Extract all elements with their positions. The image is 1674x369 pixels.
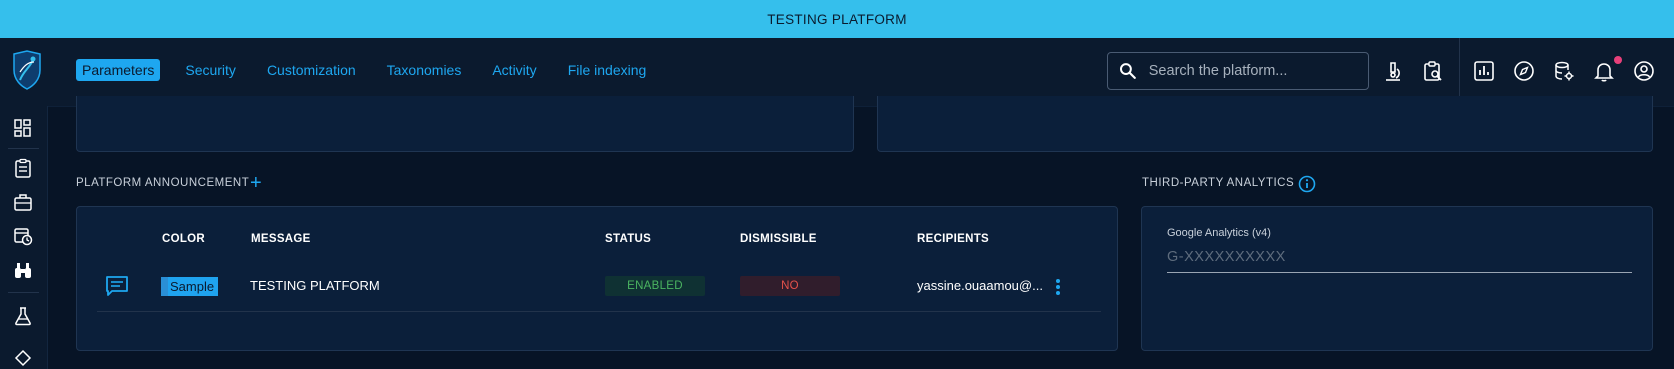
announcement-recipients: yassine.ouaamou@... [917,278,1043,293]
flask-icon[interactable] [13,306,33,326]
main-nav: Parameters Security Customization Taxono… [76,59,652,81]
bell-icon[interactable] [1593,60,1615,82]
color-swatch [161,277,168,296]
color-sample-chip: Sample [161,277,218,296]
search-box[interactable] [1107,52,1369,90]
column-header-status: STATUS [605,233,652,245]
shield-icon[interactable] [13,348,33,368]
upper-right-panel [877,96,1653,152]
compass-icon[interactable] [1513,60,1535,82]
message-icon [106,276,128,296]
status-badge: ENABLED [605,276,705,296]
column-header-recipients: RECIPIENTS [917,233,990,245]
briefcase-icon[interactable] [13,192,33,212]
add-announcement-icon[interactable]: + [250,173,262,193]
column-header-dismissible: DISMISSIBLE [740,233,817,245]
chart-icon[interactable] [1473,60,1495,82]
nav-security[interactable]: Security [179,59,242,81]
color-sample-label: Sample [170,279,215,294]
dismissible-badge: NO [740,276,840,296]
microscope-icon[interactable] [1382,60,1404,82]
database-gear-icon[interactable] [1553,60,1575,82]
sidebar-divider [8,292,39,293]
notification-dot [1614,56,1622,64]
announcement-section-title: PLATFORM ANNOUNCEMENT [76,177,250,189]
left-sidebar [0,106,48,369]
info-icon[interactable] [1298,175,1316,193]
clipboard-search-icon[interactable] [1422,60,1444,82]
google-analytics-input[interactable]: G-XXXXXXXXXX [1167,249,1286,265]
table-row-divider [97,311,1101,312]
analytics-section-title: THIRD-PARTY ANALYTICS [1142,177,1295,189]
binoculars-icon[interactable] [13,260,33,280]
upper-left-panel [76,96,854,152]
calendar-clock-icon[interactable] [13,226,33,246]
dashboard-icon[interactable] [13,118,33,138]
platform-logo-icon[interactable] [10,50,44,90]
nav-parameters[interactable]: Parameters [76,59,161,81]
platform-banner: TESTING PLATFORM [0,0,1674,38]
column-header-message: MESSAGE [251,233,311,245]
google-analytics-label: Google Analytics (v4) [1167,227,1271,239]
announcement-message: TESTING PLATFORM [250,278,380,293]
google-analytics-underline [1167,272,1632,273]
nav-activity[interactable]: Activity [486,59,542,81]
search-icon [1119,63,1136,79]
row-menu-icon[interactable] [1055,278,1061,296]
nav-file-indexing[interactable]: File indexing [562,59,653,81]
nav-customization[interactable]: Customization [261,59,362,81]
column-header-color: COLOR [162,233,206,245]
nav-taxonomies[interactable]: Taxonomies [381,59,468,81]
user-circle-icon[interactable] [1633,60,1655,82]
clipboard-icon[interactable] [13,158,33,178]
search-input[interactable] [1146,62,1368,80]
sidebar-divider [8,148,39,149]
banner-text: TESTING PLATFORM [767,11,907,27]
